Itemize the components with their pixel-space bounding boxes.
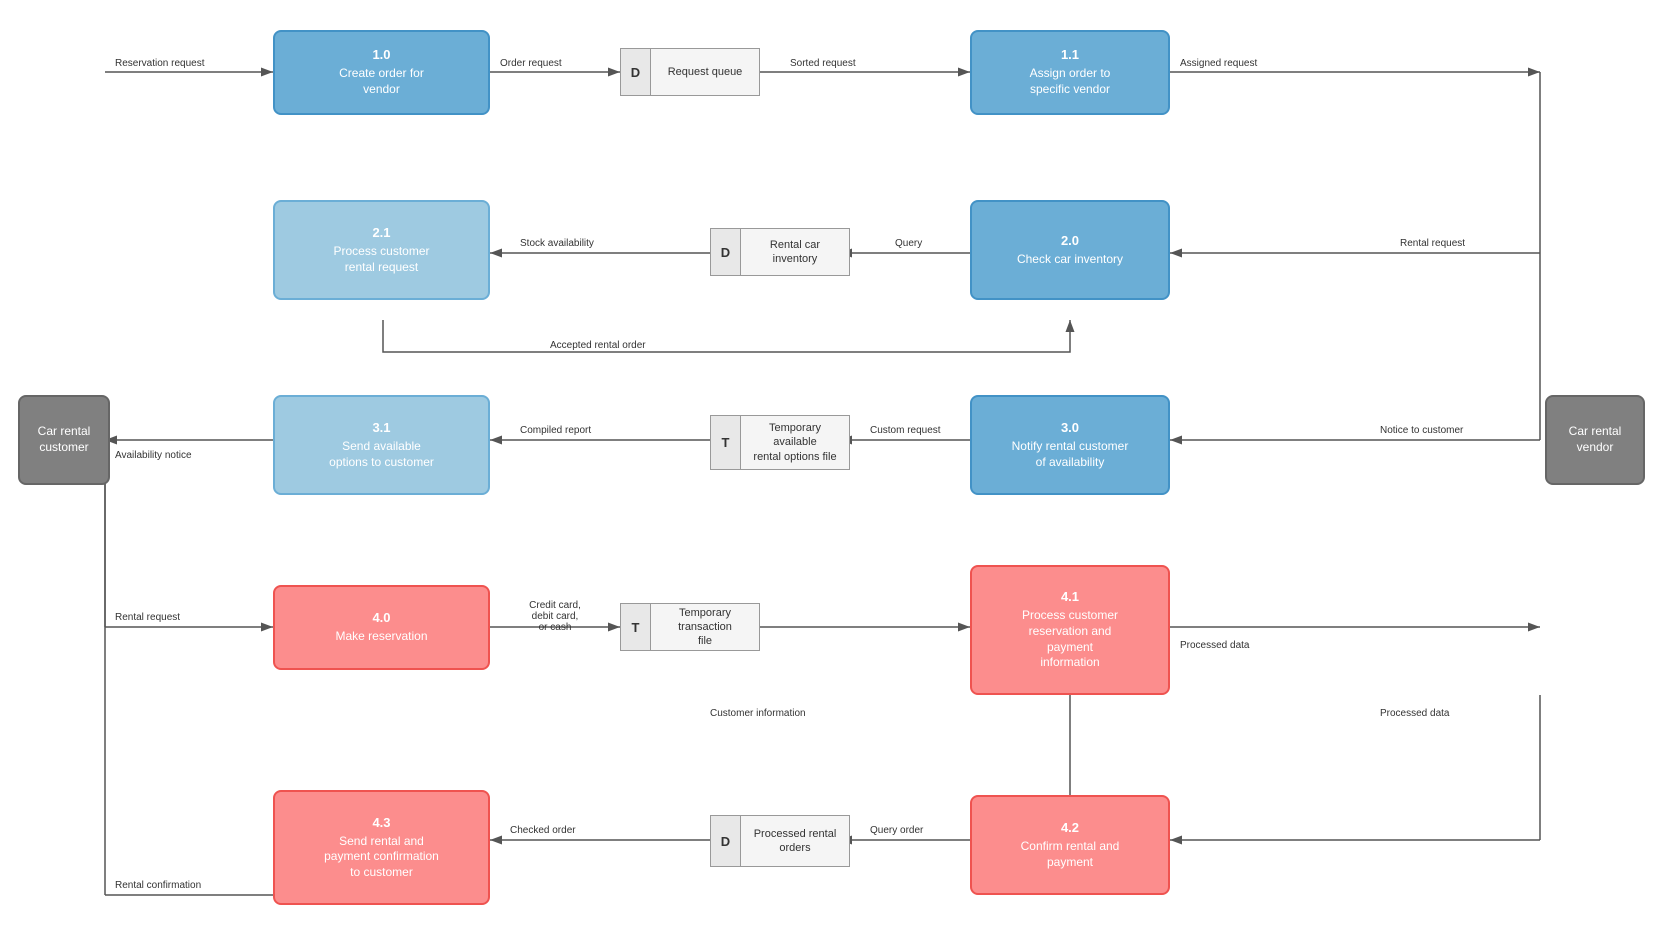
label-custom-request: Custom request xyxy=(870,425,941,436)
label-customer-information: Customer information xyxy=(710,708,806,719)
entity-car-rental-customer: Car rental customer xyxy=(18,395,110,485)
process-1-0: 1.0 Create order forvendor xyxy=(273,30,490,115)
label-reservation-request: Reservation request xyxy=(115,58,205,69)
label-accepted-rental: Accepted rental order xyxy=(550,340,646,351)
process-2-1: 2.1 Process customerrental request xyxy=(273,200,490,300)
entity-car-rental-vendor: Car rental vendor xyxy=(1545,395,1645,485)
store-request-queue: D Request queue xyxy=(620,48,760,96)
process-3-0: 3.0 Notify rental customerof availabilit… xyxy=(970,395,1170,495)
process-4-3: 4.3 Send rental andpayment confirmationt… xyxy=(273,790,490,905)
label-credit-card: Credit card,debit card,or cash xyxy=(500,600,610,633)
label-order-request: Order request xyxy=(500,58,562,69)
diagram-canvas: Car rental customer Car rental vendor 1.… xyxy=(0,0,1657,927)
label-notice-to-customer: Notice to customer xyxy=(1380,425,1463,436)
label-availability-notice: Availability notice xyxy=(115,450,192,461)
label-assigned-request: Assigned request xyxy=(1180,58,1257,69)
label-rental-request-row4: Rental request xyxy=(115,612,180,623)
process-2-0: 2.0 Check car inventory xyxy=(970,200,1170,300)
label-processed-data-vendor: Processed data xyxy=(1180,640,1250,651)
label-rental-confirmation: Rental confirmation xyxy=(115,880,201,891)
label-query-order: Query order xyxy=(870,825,923,836)
process-4-2: 4.2 Confirm rental andpayment xyxy=(970,795,1170,895)
label-checked-order: Checked order xyxy=(510,825,576,836)
process-1-1: 1.1 Assign order tospecific vendor xyxy=(970,30,1170,115)
label-rental-request-row2: Rental request xyxy=(1400,238,1465,249)
store-temp-trans: T Temporary transactionfile xyxy=(620,603,760,651)
process-4-1: 4.1 Process customerreservation andpayme… xyxy=(970,565,1170,695)
label-query: Query xyxy=(895,238,922,249)
label-compiled-report: Compiled report xyxy=(520,425,591,436)
label-processed-data-vendor2: Processed data xyxy=(1380,708,1450,719)
process-3-1: 3.1 Send availableoptions to customer xyxy=(273,395,490,495)
store-processed-orders: D Processed rentalorders xyxy=(710,815,850,867)
store-temp-avail: T Temporary availablerental options file xyxy=(710,415,850,470)
process-4-0: 4.0 Make reservation xyxy=(273,585,490,670)
label-stock-availability: Stock availability xyxy=(520,238,594,249)
store-rental-car-inventory: D Rental car inventory xyxy=(710,228,850,276)
label-sorted-request: Sorted request xyxy=(790,58,856,69)
